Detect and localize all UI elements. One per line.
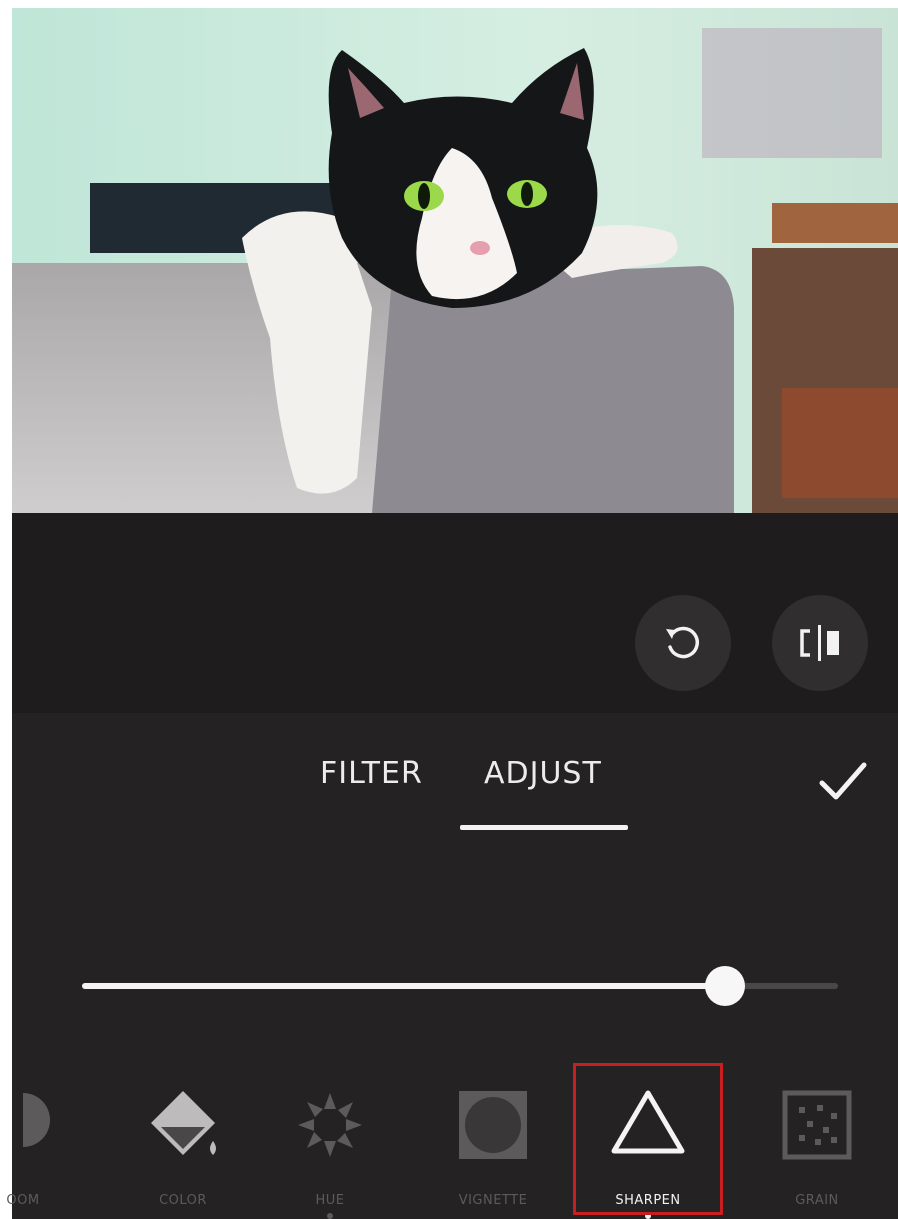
tool-oom[interactable]: OOM xyxy=(0,1063,98,1219)
compare-button[interactable] xyxy=(772,595,868,691)
photo-preview xyxy=(12,8,898,513)
editor-tabs: FILTER ADJUST xyxy=(12,748,898,830)
tool-color[interactable]: COLOR xyxy=(108,1063,258,1219)
tab-filter[interactable]: FILTER xyxy=(320,756,423,791)
tool-label: OOM xyxy=(6,1193,40,1208)
compare-split-icon xyxy=(800,625,839,661)
grain-icon xyxy=(782,1090,852,1160)
preview-actions-bar xyxy=(12,513,898,713)
modified-indicator xyxy=(327,1213,333,1219)
tool-grain[interactable]: GRAIN xyxy=(742,1063,892,1219)
hue-wheel-icon xyxy=(298,1093,362,1157)
checkmark-icon xyxy=(819,762,867,800)
active-tab-indicator xyxy=(460,825,628,830)
tool-label: HUE xyxy=(315,1193,345,1208)
tool-label: VIGNETTE xyxy=(458,1193,528,1208)
cat-photo xyxy=(12,8,898,513)
tool-hue[interactable]: HUE xyxy=(255,1063,405,1219)
adjust-tools-strip: OOM COLOR HUE VIGNETTE SHARPEN GRAIN xyxy=(6,1063,898,1219)
apply-button[interactable] xyxy=(816,757,870,805)
rotate-ccw-icon xyxy=(666,626,700,659)
tool-label: COLOR xyxy=(159,1193,207,1208)
editor-panel: FILTER ADJUST OOM COLOR HUE VIGNETTE SHA… xyxy=(6,513,898,1219)
slider-thumb[interactable] xyxy=(704,966,745,1006)
tab-adjust[interactable]: ADJUST xyxy=(484,756,602,791)
reset-button[interactable] xyxy=(635,595,731,691)
intensity-slider[interactable] xyxy=(82,966,838,1006)
tool-label: GRAIN xyxy=(795,1193,839,1208)
selection-highlight xyxy=(573,1063,723,1215)
tool-vignette[interactable]: VIGNETTE xyxy=(418,1063,568,1219)
slider-fill xyxy=(82,983,725,989)
paint-bucket-icon xyxy=(151,1091,216,1155)
screen: FILTER ADJUST OOM COLOR HUE VIGNETTE SHA… xyxy=(0,0,898,1219)
half-circle-icon xyxy=(23,1093,50,1147)
vignette-icon xyxy=(459,1091,527,1159)
